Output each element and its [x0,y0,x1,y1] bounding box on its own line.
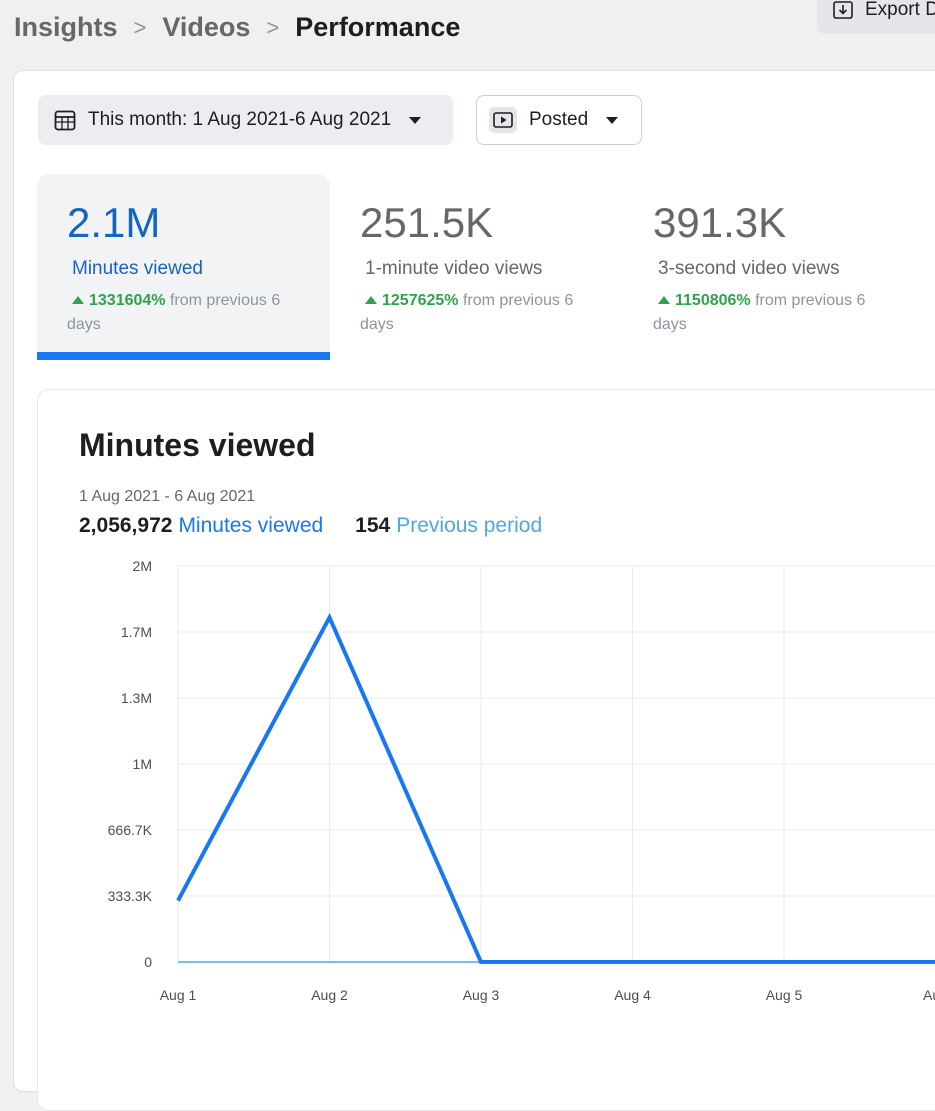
chevron-right-icon: > [266,14,280,40]
breadcrumb-insights[interactable]: Insights [14,12,118,43]
y-tick-label: 2M [133,558,152,574]
metric-delta-percent: 1150806% [675,292,751,309]
metric-delta-percent: 1257625% [382,292,459,309]
x-tick-label: Aug 1 [160,987,197,1003]
metric-label: Minutes viewed [72,258,203,279]
breadcrumb: Insights > Videos > Performance [14,12,460,43]
y-tick-label: 1.7M [121,624,152,640]
metric-delta: 1150806% from previous 6 days [653,289,916,337]
x-tick-label: Aug [923,987,935,1003]
series-line-minutes-viewed [176,612,935,964]
metric-delta: 1257625% from previous 6 days [360,289,623,337]
caret-down-icon [409,116,422,124]
y-tick-label: 1.3M [121,690,152,706]
metric-value: 2.1M [67,199,161,246]
metric-value: 391.3K [653,199,787,246]
metric-tab-minutes-viewed[interactable]: 2.1M Minutes viewed 1331604% from previo… [37,174,330,360]
x-tick-label: Aug 5 [766,987,803,1003]
arrow-up-icon [658,296,670,305]
video-play-icon [489,107,517,133]
breadcrumb-videos[interactable]: Videos [162,12,250,43]
breadcrumb-performance: Performance [295,12,461,42]
y-tick-label: 666.7K [108,822,153,838]
date-range-dropdown[interactable]: This month: 1 Aug 2021-6 Aug 2021 [38,95,453,145]
download-icon [833,1,853,19]
content-type-label: Posted [529,109,589,130]
metric-delta-percent: 1331604% [89,292,166,309]
line-chart: 0 333.3K 666.7K 1M 1.3M 1.7M 2M Aug 1 Aug 2 Aug 3… [108,558,935,1003]
y-tick-label: 333.3K [108,888,153,904]
metric-tab-3-second-views[interactable]: 391.3K 3-second video views 1150806% fro… [623,174,916,360]
performance-card: This month: 1 Aug 2021-6 Aug 2021 Posted… [13,70,935,1111]
x-tick-label: Aug 3 [463,987,500,1003]
metric-label: 3-second video views [658,258,840,279]
x-tick-label: Aug 4 [614,987,651,1003]
metric-label: 1-minute video views [365,258,543,279]
arrow-up-icon [72,296,84,305]
metric-value: 251.5K [360,199,494,246]
export-button[interactable]: Export D [817,0,935,34]
metric-tab-1-minute-views[interactable]: 251.5K 1-minute video views 1257625% fro… [330,174,623,360]
x-tick-label: Aug 2 [311,987,348,1003]
chart-card: Minutes viewed 1 Aug 2021 - 6 Aug 2021 2… [37,389,935,1111]
y-tick-label: 1M [133,756,152,772]
active-tab-indicator [37,352,330,360]
calendar-icon [54,110,76,131]
arrow-up-icon [365,296,377,305]
chevron-right-icon: > [133,14,147,40]
metric-delta: 1331604% from previous 6 days [67,289,330,337]
y-tick-label: 0 [144,954,152,970]
content-type-dropdown[interactable]: Posted [476,95,642,145]
caret-down-icon [606,116,619,124]
export-label: Export D [865,0,935,20]
date-range-label: This month: 1 Aug 2021-6 Aug 2021 [88,109,392,130]
